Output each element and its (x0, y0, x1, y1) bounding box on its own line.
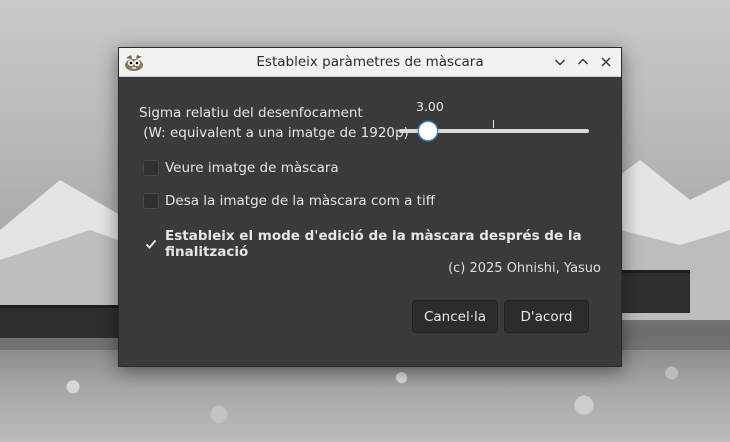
sigma-label: Sigma relatiu del desenfocament (W: equi… (139, 103, 409, 143)
mask-parameters-dialog: Estableix paràmetres de màscara Sigma re… (118, 47, 622, 367)
train-left-graphic (0, 305, 118, 338)
sigma-label-line2: (W: equivalent a una imatge de 1920p) (139, 125, 409, 141)
sigma-slider[interactable] (399, 120, 589, 141)
copyright-text: (c) 2025 Ohnishi, Yasuo (448, 261, 601, 276)
close-icon (601, 57, 611, 67)
set-mask-edit-mode-checkbox[interactable]: Estableix el mode d'edició de la màscara… (143, 228, 621, 260)
show-mask-label: Veure imatge de màscara (165, 160, 339, 176)
close-button[interactable] (596, 52, 616, 72)
checkbox-box[interactable] (143, 236, 159, 252)
sigma-value: 3.00 (416, 99, 444, 114)
checkbox-box[interactable] (143, 193, 159, 209)
chevron-up-icon (578, 58, 588, 65)
minimize-button[interactable] (550, 52, 570, 72)
dialog-titlebar[interactable]: Estableix paràmetres de màscara (119, 48, 621, 77)
save-mask-tiff-label: Desa la imatge de la màscara com a tiff (165, 193, 436, 209)
sigma-label-line1: Sigma relatiu del desenfocament (139, 105, 363, 121)
set-mask-edit-mode-label: Estableix el mode d'edició de la màscara… (165, 228, 582, 260)
slider-mark (493, 120, 494, 128)
dialog-title: Estableix paràmetres de màscara (256, 54, 484, 70)
checkbox-box[interactable] (143, 160, 159, 176)
show-mask-checkbox[interactable]: Veure imatge de màscara (143, 160, 339, 176)
train-right-graphic (620, 270, 690, 313)
check-icon (145, 239, 157, 249)
ok-button[interactable]: D'acord (504, 300, 589, 333)
save-mask-tiff-checkbox[interactable]: Desa la imatge de la màscara com a tiff (143, 193, 435, 209)
cancel-button[interactable]: Cancel·la (412, 300, 498, 333)
chevron-down-icon (555, 59, 565, 66)
slider-handle[interactable] (418, 121, 438, 141)
maximize-button[interactable] (573, 52, 593, 72)
